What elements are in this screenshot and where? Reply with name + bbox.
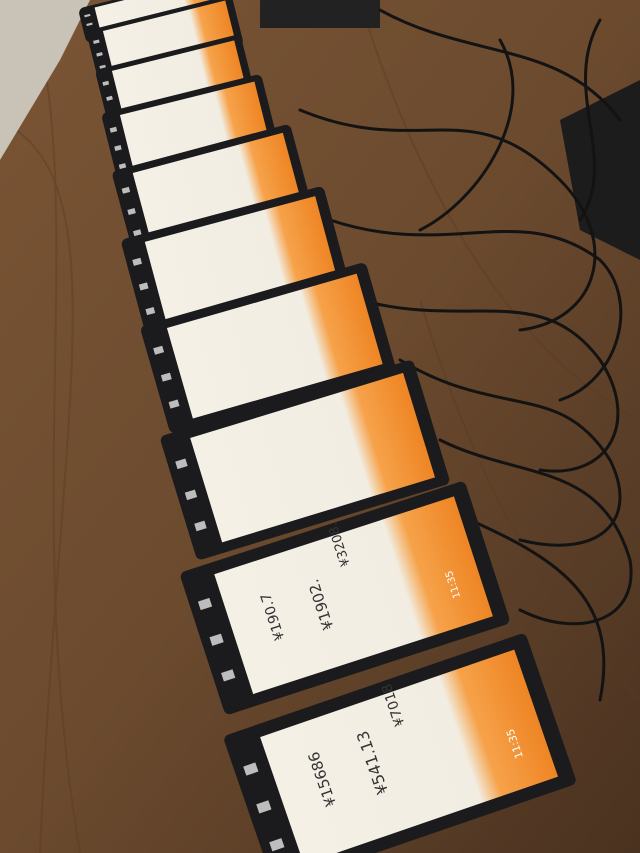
photo-scene: ¥3208.¥1902.¥190.711:35¥7018¥541.13¥1568… [0,0,640,853]
dark-device [260,0,380,28]
